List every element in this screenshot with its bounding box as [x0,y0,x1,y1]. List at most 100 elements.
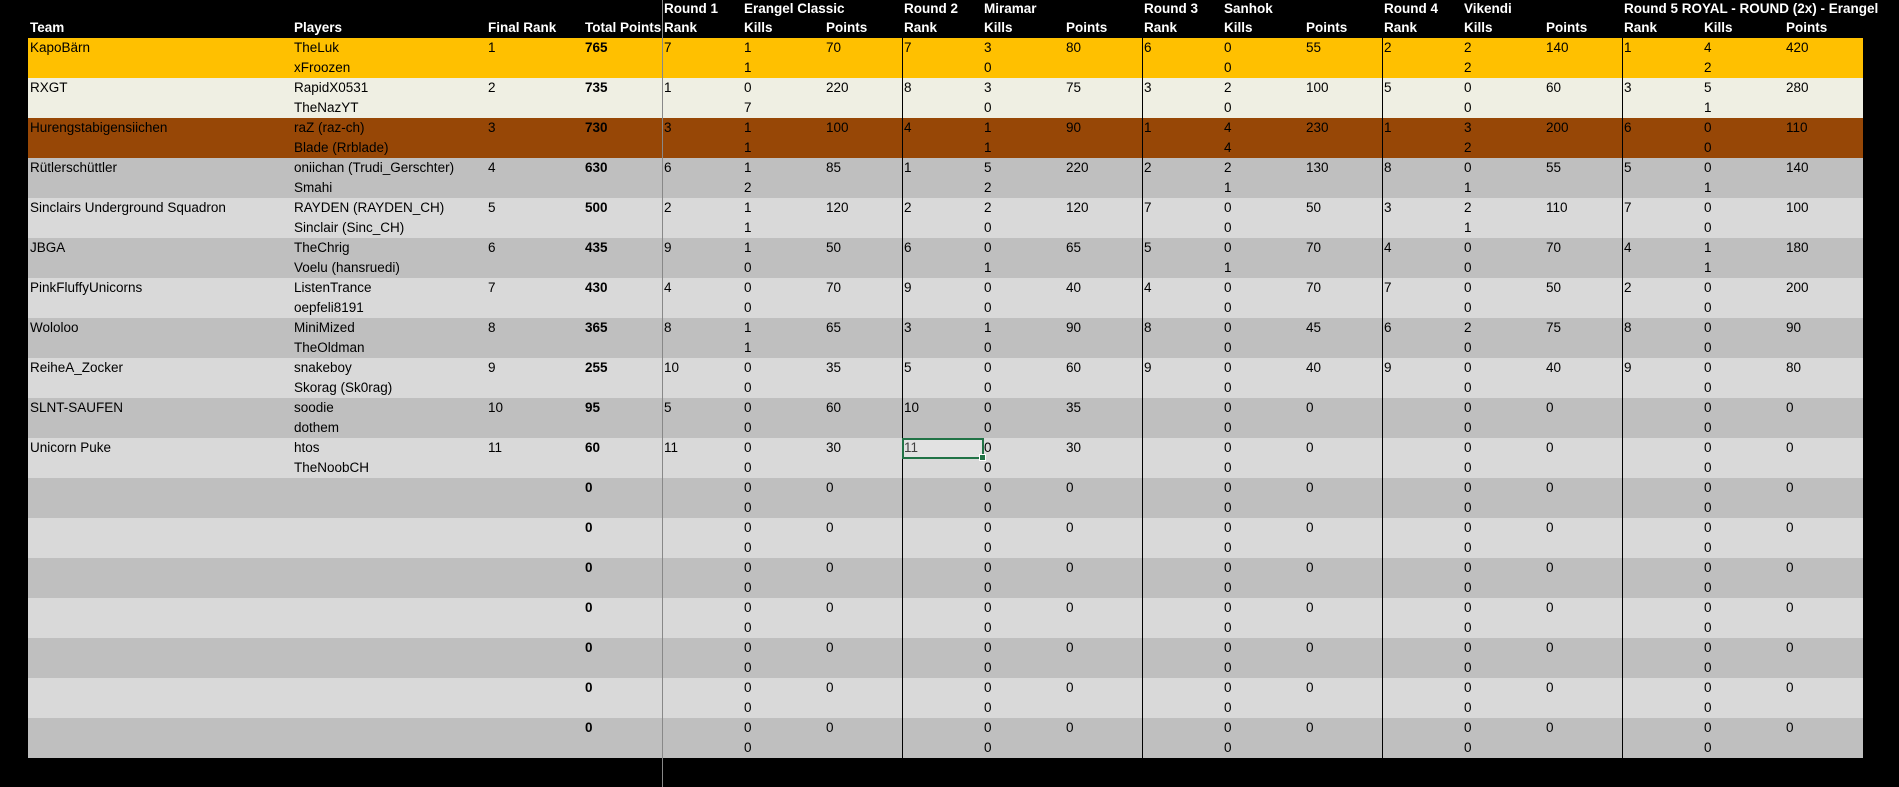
round-1-kills-1-cell[interactable]: 0 [744,398,752,418]
round-5-kills-1-cell[interactable]: 0 [1704,598,1712,618]
round-3-rank-cell[interactable]: 6 [1144,38,1152,58]
round-2-rank-cell[interactable]: 5 [904,358,912,378]
round-2-kills-2-cell[interactable]: 1 [984,138,992,158]
round-1-kills-1-cell[interactable]: 1 [744,118,752,138]
round-4-points-cell[interactable]: 50 [1546,278,1561,298]
round-5-kills-1-cell[interactable]: 0 [1704,438,1712,458]
round-1-rank-cell[interactable]: 3 [664,118,672,138]
round-1-kills-1-cell[interactable]: 0 [744,718,752,738]
round-3-points-cell[interactable]: 0 [1306,558,1314,578]
round-4-kills-1-cell[interactable]: 2 [1464,198,1472,218]
round-4-kills-2-cell[interactable]: 0 [1464,378,1472,398]
round-2-points-cell[interactable]: 65 [1066,238,1081,258]
round-5-kills-2-cell[interactable]: 1 [1704,178,1712,198]
round-3-points-cell[interactable]: 70 [1306,278,1321,298]
round-4-kills-2-cell[interactable]: 0 [1464,98,1472,118]
team-name-cell[interactable]: JBGA [30,238,65,258]
round-4-kills-2-cell[interactable]: 0 [1464,658,1472,678]
round-1-points-cell[interactable]: 0 [826,518,834,538]
round-2-rank-cell[interactable]: 1 [904,158,912,178]
round-2-kills-2-cell[interactable]: 0 [984,538,992,558]
round-1-points-cell[interactable]: 0 [826,558,834,578]
round-2-points-cell[interactable]: 75 [1066,78,1081,98]
round-2-rank-cell[interactable]: 2 [904,198,912,218]
table-row[interactable]: 0000000000000000 [28,638,1863,678]
player-2-cell[interactable]: TheNoobCH [294,458,369,478]
round-3-kills-2-cell[interactable]: 0 [1224,458,1232,478]
round-4-points-cell[interactable]: 140 [1546,38,1569,58]
round-3-kills-1-cell[interactable]: 0 [1224,678,1232,698]
round-2-rank-cell[interactable]: 8 [904,78,912,98]
round-5-kills-1-cell[interactable]: 0 [1704,718,1712,738]
round-1-points-cell[interactable]: 30 [826,438,841,458]
round-5-points-cell[interactable]: 420 [1786,38,1809,58]
round-3-kills-2-cell[interactable]: 0 [1224,418,1232,438]
round-3-kills-1-cell[interactable]: 0 [1224,278,1232,298]
round-3-points-cell[interactable]: 0 [1306,518,1314,538]
player-1-cell[interactable]: MiniMized [294,318,355,338]
round-2-rank-cell[interactable]: 4 [904,118,912,138]
round-4-kills-2-cell[interactable]: 0 [1464,578,1472,598]
round-5-kills-2-cell[interactable]: 0 [1704,338,1712,358]
round-2-points-cell[interactable]: 0 [1066,718,1074,738]
round-1-kills-1-cell[interactable]: 1 [744,38,752,58]
round-3-kills-2-cell[interactable]: 0 [1224,98,1232,118]
player-1-cell[interactable]: oniichan (Trudi_Gerschter) [294,158,454,178]
round-2-kills-1-cell[interactable]: 0 [984,358,992,378]
team-name-cell[interactable]: KapoBärn [30,38,90,58]
round-2-kills-1-cell[interactable]: 0 [984,518,992,538]
round-2-kills-2-cell[interactable]: 0 [984,98,992,118]
round-3-points-cell[interactable]: 0 [1306,598,1314,618]
round-1-kills-1-cell[interactable]: 0 [744,598,752,618]
round-4-points-cell[interactable]: 0 [1546,718,1554,738]
round-2-kills-1-cell[interactable]: 0 [984,278,992,298]
round-3-kills-2-cell[interactable]: 0 [1224,378,1232,398]
total-points-cell[interactable]: 0 [585,518,593,538]
round-3-points-cell[interactable]: 230 [1306,118,1329,138]
round-3-kills-2-cell[interactable]: 0 [1224,58,1232,78]
round-1-kills-2-cell[interactable]: 0 [744,458,752,478]
round-5-kills-2-cell[interactable]: 0 [1704,538,1712,558]
round-4-kills-1-cell[interactable]: 0 [1464,718,1472,738]
round-5-points-cell[interactable]: 0 [1786,518,1794,538]
round-4-points-cell[interactable]: 0 [1546,478,1554,498]
round-3-kills-2-cell[interactable]: 1 [1224,178,1232,198]
round-5-points-cell[interactable]: 110 [1786,118,1808,138]
round-5-kills-2-cell[interactable]: 2 [1704,58,1712,78]
player-2-cell[interactable]: dothem [294,418,339,438]
player-2-cell[interactable]: Voelu (hansruedi) [294,258,400,278]
round-4-kills-1-cell[interactable]: 0 [1464,398,1472,418]
player-2-cell[interactable]: Sinclair (Sinc_CH) [294,218,404,238]
round-4-rank-cell[interactable]: 9 [1384,358,1392,378]
round-1-kills-1-cell[interactable]: 0 [744,438,752,458]
round-3-kills-2-cell[interactable]: 0 [1224,618,1232,638]
player-1-cell[interactable]: TheLuk [294,38,339,58]
round-5-points-cell[interactable]: 0 [1786,398,1794,418]
round-3-kills-1-cell[interactable]: 0 [1224,238,1232,258]
round-5-kills-2-cell[interactable]: 1 [1704,258,1712,278]
team-name-cell[interactable]: Hurengstabigensiichen [30,118,167,138]
round-3-kills-1-cell[interactable]: 0 [1224,198,1232,218]
table-row[interactable]: RXGT RapidX0531 TheNazYT 2 735 1 0 7 220 8 3 0 75 3 2 0… [28,78,1863,118]
round-2-points-cell[interactable]: 60 [1066,358,1081,378]
round-4-kills-2-cell[interactable]: 0 [1464,538,1472,558]
round-2-kills-1-cell[interactable]: 0 [984,558,992,578]
round-2-kills-1-cell[interactable]: 3 [984,38,992,58]
round-2-points-cell[interactable]: 0 [1066,638,1074,658]
round-1-kills-1-cell[interactable]: 0 [744,638,752,658]
total-points-cell[interactable]: 255 [585,358,608,378]
round-5-kills-2-cell[interactable]: 1 [1704,98,1712,118]
round-1-kills-1-cell[interactable]: 1 [744,238,752,258]
total-points-cell[interactable]: 630 [585,158,608,178]
round-5-kills-1-cell[interactable]: 0 [1704,638,1712,658]
round-5-kills-1-cell[interactable]: 0 [1704,678,1712,698]
round-1-kills-2-cell[interactable]: 1 [744,58,752,78]
round-3-points-cell[interactable]: 0 [1306,638,1314,658]
player-2-cell[interactable]: xFroozen [294,58,350,78]
round-1-kills-2-cell[interactable]: 0 [744,298,752,318]
round-1-kills-1-cell[interactable]: 0 [744,558,752,578]
table-row[interactable]: Rütlerschüttler oniichan (Trudi_Gerschter… [28,158,1863,198]
round-5-points-cell[interactable]: 0 [1786,638,1794,658]
round-4-rank-cell[interactable]: 2 [1384,38,1392,58]
round-3-points-cell[interactable]: 55 [1306,38,1321,58]
